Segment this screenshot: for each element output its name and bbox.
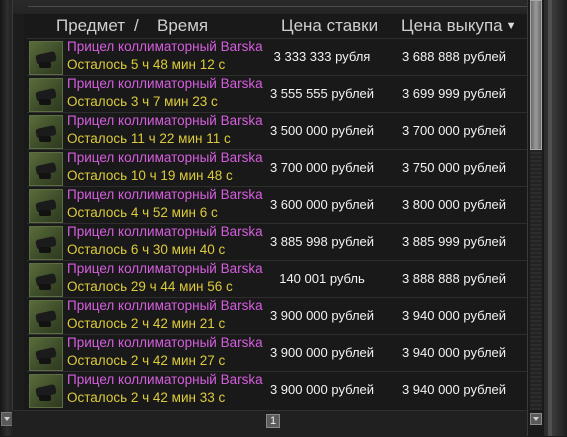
top-divider — [28, 6, 529, 7]
lot-bid-price: 3 885 998 рублей — [269, 234, 375, 249]
lot-item-name[interactable]: Прицел коллиматорный Barska — [67, 335, 263, 350]
lot-row[interactable]: Прицел коллиматорный Barska Осталось 6 ч … — [27, 223, 527, 260]
scope-icon[interactable] — [29, 189, 63, 223]
lot-bid-price: 140 001 рубль — [279, 271, 365, 286]
lot-time-left: Осталось 4 ч 52 мин 6 с — [67, 205, 218, 220]
lot-buyout-price: 3 940 000 рублей — [401, 382, 507, 397]
lot-time-left: Осталось 2 ч 42 мин 33 с — [67, 390, 226, 405]
scope-icon[interactable] — [29, 374, 63, 408]
lot-buyout-price: 3 699 999 рублей — [401, 86, 507, 101]
scope-icon[interactable] — [29, 115, 63, 149]
header-separator: / — [134, 16, 139, 35]
lot-time-left: Осталось 3 ч 7 мин 23 с — [67, 94, 218, 109]
lot-bid-price: 3 700 000 рублей — [269, 160, 375, 175]
lot-bid-price: 3 333 333 рубля — [273, 49, 371, 64]
right-frame-edge — [548, 0, 552, 436]
lot-buyout-price: 3 888 888 рублей — [401, 271, 507, 286]
scope-icon[interactable] — [29, 300, 63, 334]
page-button[interactable]: 1 — [266, 414, 280, 428]
lot-bid-price: 3 900 000 рублей — [269, 345, 375, 360]
lot-time-left: Осталось 6 ч 30 мин 40 с — [67, 242, 226, 257]
lot-buyout-price: 3 800 000 рублей — [401, 197, 507, 212]
lot-buyout-price: 3 885 999 рублей — [401, 234, 507, 249]
column-header-time[interactable]: Время — [157, 16, 208, 36]
lot-item-name[interactable]: Прицел коллиматорный Barska — [67, 372, 263, 387]
list-header: Предмет / Время Цена ставки Цена выкупа ▼ — [24, 14, 527, 38]
sort-desc-icon[interactable]: ▼ — [506, 20, 517, 32]
lot-item-name[interactable]: Прицел коллиматорный Barska — [67, 39, 263, 54]
lot-time-left: Осталось 11 ч 22 мин 11 с — [67, 131, 231, 146]
lot-item-name[interactable]: Прицел коллиматорный Barska — [67, 187, 263, 202]
lot-item-name[interactable]: Прицел коллиматорный Barska — [67, 150, 263, 165]
left-frame — [0, 0, 13, 436]
column-header-buyout[interactable]: Цена выкупа ▼ — [401, 16, 517, 36]
lot-time-left: Осталось 2 ч 42 мин 21 с — [67, 316, 226, 331]
scope-icon[interactable] — [29, 337, 63, 371]
lot-buyout-price: 3 750 000 рублей — [401, 160, 507, 175]
column-header-item[interactable]: Предмет — [56, 16, 125, 36]
lot-time-left: Осталось 29 ч 44 мин 56 с — [67, 279, 233, 294]
right-frame — [544, 0, 567, 436]
scope-icon[interactable] — [29, 78, 63, 112]
auction-list-panel: Предмет / Время Цена ставки Цена выкупа ▼… — [24, 14, 527, 420]
top-strip — [0, 0, 567, 14]
lot-item-name[interactable]: Прицел коллиматорный Barska — [67, 76, 263, 91]
lot-row[interactable]: Прицел коллиматорный Barska Осталось 2 ч … — [27, 297, 527, 334]
lot-row[interactable]: Прицел коллиматорный Barska Осталось 11 ч… — [27, 112, 527, 149]
scope-icon[interactable] — [29, 226, 63, 260]
lot-bid-price: 3 900 000 рублей — [269, 308, 375, 323]
scope-icon[interactable] — [29, 152, 63, 186]
scope-icon[interactable] — [29, 41, 63, 75]
lot-row[interactable]: Прицел коллиматорный Barska Осталось 2 ч … — [27, 371, 527, 408]
lot-bid-price: 3 555 555 рублей — [269, 86, 375, 101]
scroll-thumb[interactable] — [530, 0, 542, 150]
lot-item-name[interactable]: Прицел коллиматорный Barska — [67, 224, 263, 239]
lot-time-left: Осталось 10 ч 19 мин 48 с — [67, 168, 233, 183]
scroll-down-icon[interactable] — [530, 413, 542, 425]
lot-row[interactable]: Прицел коллиматорный Barska Осталось 10 ч… — [27, 149, 527, 186]
lot-buyout-price: 3 688 888 рублей — [401, 49, 507, 64]
column-header-buyout-label: Цена выкупа — [401, 16, 503, 35]
lot-item-name[interactable]: Прицел коллиматорный Barska — [67, 113, 263, 128]
lot-row[interactable]: Прицел коллиматорный Barska Осталось 29 ч… — [27, 260, 527, 297]
lot-bid-price: 3 500 000 рублей — [269, 123, 375, 138]
lot-bid-price: 3 600 000 рублей — [269, 197, 375, 212]
lot-buyout-price: 3 940 000 рублей — [401, 308, 507, 323]
lot-item-name[interactable]: Прицел коллиматорный Barska — [67, 298, 263, 313]
list-scrollbar[interactable] — [527, 0, 544, 436]
scope-icon[interactable] — [29, 263, 63, 297]
lot-buyout-price: 3 700 000 рублей — [401, 123, 507, 138]
lot-row[interactable]: Прицел коллиматорный Barska Осталось 4 ч … — [27, 186, 527, 223]
lot-row[interactable]: Прицел коллиматорный Barska Осталось 5 ч … — [27, 38, 527, 75]
lot-row[interactable]: Прицел коллиматорный Barska Осталось 2 ч … — [27, 334, 527, 371]
lot-item-name[interactable]: Прицел коллиматорный Barska — [67, 261, 263, 276]
lot-buyout-price: 3 940 000 рублей — [401, 345, 507, 360]
lot-time-left: Осталось 5 ч 48 мин 12 с — [67, 57, 226, 72]
lot-bid-price: 3 900 000 рублей — [269, 382, 375, 397]
lot-time-left: Осталось 2 ч 42 мин 27 с — [67, 353, 226, 368]
lot-row[interactable]: Прицел коллиматорный Barska Осталось 3 ч … — [27, 75, 527, 112]
column-header-bid[interactable]: Цена ставки — [281, 16, 378, 36]
